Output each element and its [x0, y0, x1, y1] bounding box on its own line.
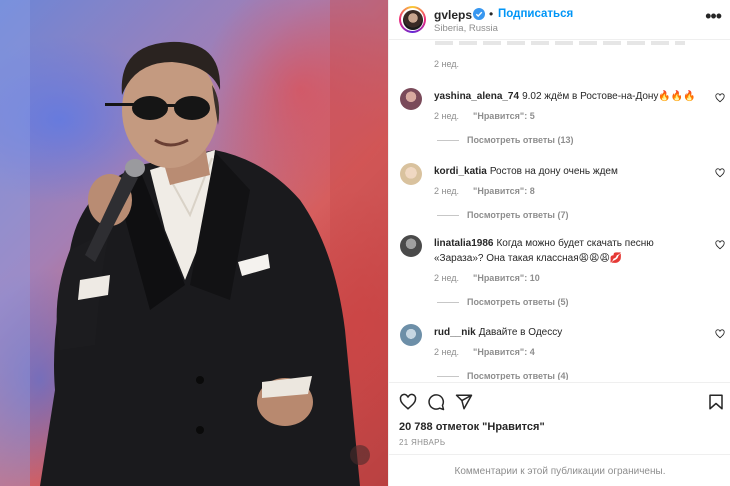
heart-icon[interactable] [399, 393, 417, 411]
comment-time: 2 нед. [434, 111, 460, 121]
comment-heart-icon[interactable] [715, 168, 725, 178]
comment-time: 2 нед. [434, 59, 460, 69]
comment-heart-icon[interactable] [715, 93, 725, 103]
comment-heart-icon[interactable] [715, 240, 725, 250]
commenter-username[interactable]: rud__nik [434, 327, 476, 338]
commenter-username[interactable]: linatalia1986 [434, 238, 493, 249]
comment-likes[interactable]: "Нравится": 5 [473, 111, 535, 121]
comment-meta: 2 нед. "Нравится": 5 [434, 111, 535, 121]
commenter-avatar[interactable] [400, 235, 422, 257]
comment-content: Давайте в Одессу [478, 327, 563, 338]
post-likes-count[interactable]: 20 788 отметок "Нравится" [399, 421, 545, 433]
post-header: gvleps • Подписаться Siberia, Russia ••• [389, 0, 730, 40]
send-icon[interactable] [455, 393, 473, 411]
view-replies-button[interactable]: Посмотреть ответы (5) [437, 297, 568, 307]
commenter-username[interactable]: kordi_katia [434, 166, 487, 177]
comment-text: linatalia1986 Когда можно будет скачать п… [434, 236, 699, 266]
author-avatar[interactable] [399, 6, 426, 33]
comment-time: 2 нед. [434, 186, 460, 196]
view-replies-label: Посмотреть ответы (13) [467, 135, 574, 145]
comment-time: 2 нед. [434, 273, 460, 283]
comment-heart-icon[interactable] [715, 329, 725, 339]
comment-content: Ростов на дону очень ждем [489, 166, 618, 177]
comment-time: 2 нед. [434, 347, 460, 357]
comment-icon[interactable] [427, 393, 445, 411]
view-replies-button[interactable]: Посмотреть ответы (7) [437, 210, 568, 220]
view-replies-button[interactable]: Посмотреть ответы (4) [437, 371, 568, 380]
view-replies-button[interactable]: Посмотреть ответы (13) [437, 135, 573, 145]
commenter-avatar[interactable] [400, 163, 422, 185]
commenter-avatar[interactable] [400, 324, 422, 346]
comment-likes[interactable]: "Нравится": 8 [473, 186, 535, 196]
post-details-panel: gvleps • Подписаться Siberia, Russia •••… [388, 0, 730, 486]
singer-figure [0, 0, 388, 486]
partial-comment-text [435, 41, 685, 45]
post-date[interactable]: 21 ЯНВАРЬ [399, 438, 445, 447]
view-replies-label: Посмотреть ответы (4) [467, 371, 569, 380]
header-separator: • [489, 7, 494, 21]
comment-meta: 2 нед. "Нравится": 10 [434, 273, 540, 283]
comments-limited-notice: Комментарии к этой публикации ограничены… [389, 454, 730, 486]
more-options-icon[interactable]: ••• [705, 7, 722, 25]
comment-meta: 2 нед. "Нравится": 4 [434, 347, 535, 357]
author-username[interactable]: gvleps [434, 8, 472, 22]
comment-meta: 2 нед. "Нравится": 8 [434, 186, 535, 196]
verified-badge-icon [473, 8, 485, 20]
commenter-avatar[interactable] [400, 88, 422, 110]
comment-content: 9.02 ждём в Ростове-на-Дону🔥🔥🔥 [522, 91, 696, 102]
comment-likes[interactable]: "Нравится": 10 [473, 273, 540, 283]
comment-text: kordi_katia Ростов на дону очень ждем [434, 164, 699, 179]
view-replies-label: Посмотреть ответы (5) [467, 297, 569, 307]
bookmark-icon[interactable] [707, 393, 725, 411]
comments-list[interactable]: 2 нед. yashina_alena_74 9.02 ждём в Росто… [389, 41, 730, 380]
view-replies-label: Посмотреть ответы (7) [467, 210, 569, 220]
follow-button[interactable]: Подписаться [498, 8, 573, 20]
comment-text: rud__nik Давайте в Одессу [434, 325, 699, 340]
post-photo [0, 0, 388, 486]
comment-likes[interactable]: "Нравится": 4 [473, 347, 535, 357]
commenter-username[interactable]: yashina_alena_74 [434, 91, 519, 102]
post-location[interactable]: Siberia, Russia [434, 23, 498, 34]
post-actions-bar [389, 382, 730, 418]
comment-text: yashina_alena_74 9.02 ждём в Ростове-на-Д… [434, 89, 699, 104]
